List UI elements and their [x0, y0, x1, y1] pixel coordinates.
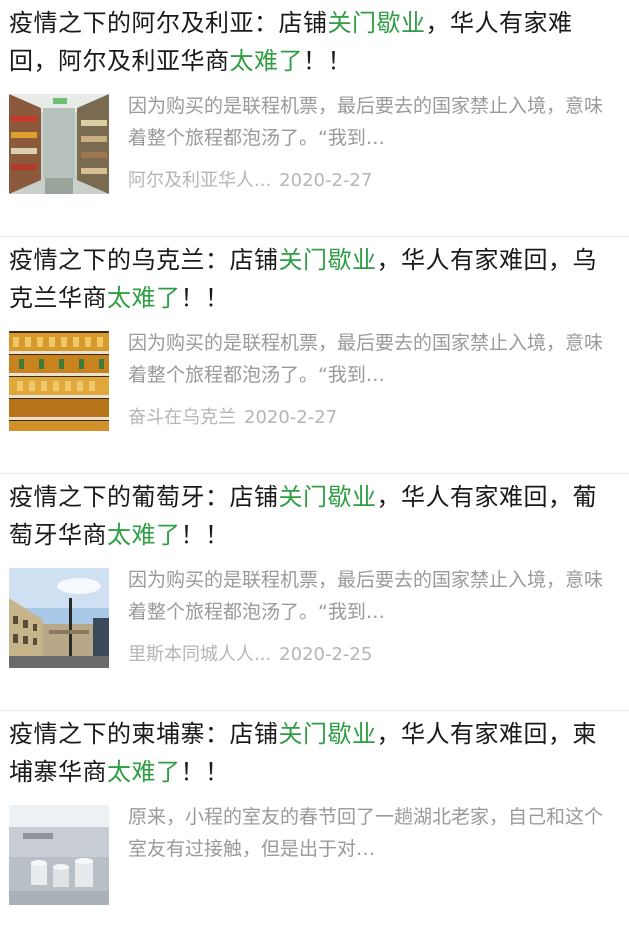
- article-thumbnail[interactable]: [9, 568, 109, 668]
- title-highlight: 关门歇业: [327, 9, 426, 37]
- article-meta: 阿尔及利亚华人... 2020-2-27: [128, 166, 617, 192]
- article-date: 2020-2-27: [244, 407, 338, 428]
- article-meta: 奋斗在乌克兰 2020-2-27: [128, 403, 617, 429]
- article-thumbnail[interactable]: [9, 805, 109, 905]
- title-highlight: 太难了: [107, 284, 181, 312]
- city-street-image: [9, 568, 109, 668]
- article-summary: 因为购买的是联程机票，最后要去的国家禁止入境，意味着整个旅程都泡汤了。“我到…: [128, 95, 604, 149]
- title-highlight: 太难了: [107, 758, 181, 786]
- title-text: ！！: [180, 758, 230, 786]
- article-source: 阿尔及利亚华人...: [128, 170, 272, 191]
- title-highlight: 关门歇业: [278, 720, 377, 748]
- article-feed: 疫情之下的阿尔及利亚：店铺关门歇业，华人有家难回，阿尔及利亚华商太难了！！ 因为…: [0, 0, 629, 948]
- rooftop-buckets-image: [9, 805, 109, 905]
- title-text: ！！: [303, 47, 352, 75]
- article-card-cambodia[interactable]: 疫情之下的柬埔寨：店铺关门歇业，华人有家难回，柬埔寨华商太难了！！ 原来，小程的…: [0, 711, 629, 948]
- title-text: 疫情之下的阿尔及利亚：店铺: [9, 9, 328, 37]
- article-title[interactable]: 疫情之下的阿尔及利亚：店铺关门歇业，华人有家难回，阿尔及利亚华商太难了！！: [9, 4, 617, 80]
- article-thumbnail[interactable]: [9, 331, 109, 431]
- article-card-portugal[interactable]: 疫情之下的葡萄牙：店铺关门歇业，华人有家难回，葡萄牙华商太难了！！ 因为购买的是…: [0, 474, 629, 711]
- title-text: ！！: [180, 284, 230, 312]
- store-shelves-image: [9, 331, 109, 431]
- article-thumbnail[interactable]: [9, 94, 109, 194]
- article-summary: 原来，小程的室友的春节回了一趟湖北老家，自己和这个室友有过接触，但是出于对…: [128, 806, 604, 860]
- title-text: 疫情之下的乌克兰：店铺: [9, 246, 279, 274]
- title-highlight: 关门歇业: [278, 483, 377, 511]
- article-card-algeria[interactable]: 疫情之下的阿尔及利亚：店铺关门歇业，华人有家难回，阿尔及利亚华商太难了！！ 因为…: [0, 0, 629, 237]
- title-highlight: 太难了: [229, 47, 303, 75]
- title-highlight: 关门歇业: [278, 246, 377, 274]
- article-summary: 因为购买的是联程机票，最后要去的国家禁止入境，意味着整个旅程都泡汤了。“我到…: [128, 332, 604, 386]
- grocery-aisle-image: [9, 94, 109, 194]
- article-date: 2020-2-25: [279, 644, 373, 665]
- title-text: 疫情之下的柬埔寨：店铺: [9, 720, 279, 748]
- article-source: 里斯本同城人人...: [128, 644, 272, 665]
- article-date: 2020-2-27: [279, 170, 373, 191]
- article-title[interactable]: 疫情之下的柬埔寨：店铺关门歇业，华人有家难回，柬埔寨华商太难了！！: [9, 715, 617, 791]
- title-text: 疫情之下的葡萄牙：店铺: [9, 483, 279, 511]
- title-highlight: 太难了: [107, 521, 181, 549]
- title-text: ！！: [180, 521, 230, 549]
- article-source: 奋斗在乌克兰: [128, 407, 236, 428]
- article-summary: 因为购买的是联程机票，最后要去的国家禁止入境，意味着整个旅程都泡汤了。“我到…: [128, 569, 604, 623]
- article-card-ukraine[interactable]: 疫情之下的乌克兰：店铺关门歇业，华人有家难回，乌克兰华商太难了！！ 因为购买的是…: [0, 237, 629, 474]
- article-title[interactable]: 疫情之下的葡萄牙：店铺关门歇业，华人有家难回，葡萄牙华商太难了！！: [9, 478, 617, 554]
- article-title[interactable]: 疫情之下的乌克兰：店铺关门歇业，华人有家难回，乌克兰华商太难了！！: [9, 241, 617, 317]
- article-meta: 里斯本同城人人... 2020-2-25: [128, 640, 617, 666]
